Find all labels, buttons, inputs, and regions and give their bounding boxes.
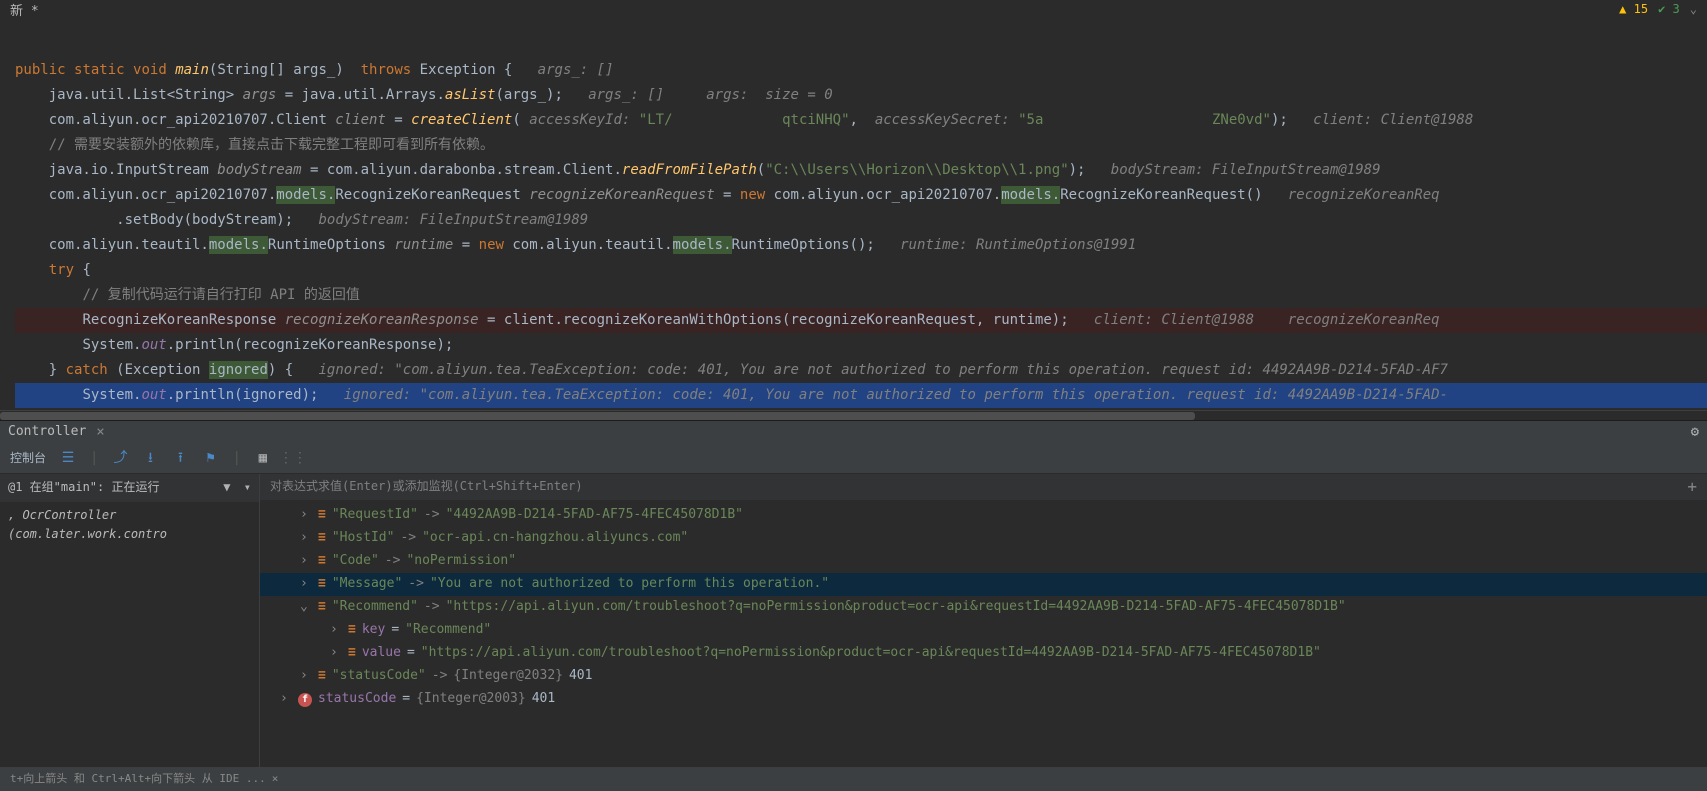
chevron-down-icon[interactable]: ⌄ xyxy=(300,597,312,618)
tree-row[interactable]: ›fstatusCode = {Integer@2003} 401 xyxy=(260,688,1707,711)
dropdown-icon[interactable]: ▾ xyxy=(244,480,251,494)
tree-row[interactable]: ›≡"HostId" -> "ocr-api.cn-hangzhou.aliyu… xyxy=(260,527,1707,550)
map-entry-icon: ≡ xyxy=(318,666,326,687)
tree-row[interactable]: ›≡value = "https://api.aliyun.com/troubl… xyxy=(260,642,1707,665)
chevron-right-icon[interactable]: › xyxy=(330,620,342,641)
file-tab[interactable]: 新 * xyxy=(0,0,1707,25)
status-bar: t+向上箭头 和 Ctrl+Alt+向下箭头 从 IDE ... × xyxy=(0,767,1707,791)
map-entry-icon: ≡ xyxy=(318,505,326,526)
chevron-right-icon[interactable]: › xyxy=(300,551,312,572)
chevron-right-icon[interactable]: › xyxy=(330,643,342,664)
chevron-right-icon[interactable]: › xyxy=(300,666,312,687)
stack-frame[interactable]: , OcrController (com.later.work.contro xyxy=(0,502,259,548)
close-icon[interactable]: × xyxy=(272,770,279,788)
gear-icon[interactable]: ⚙ xyxy=(1691,421,1699,443)
list-icon[interactable]: ☰ xyxy=(60,451,76,467)
frames-panel: @1 在组"main": 正在运行 ▼ ▾ , OcrController (c… xyxy=(0,474,260,777)
map-entry-icon: ≡ xyxy=(318,597,326,618)
upload-icon[interactable]: ⭱ xyxy=(172,451,188,467)
chevron-down-icon[interactable]: ⌄ xyxy=(1690,0,1697,19)
debug-tabs: Controller × ⚙ xyxy=(0,420,1707,444)
field-icon: f xyxy=(298,693,312,707)
download-icon[interactable]: ⭳ xyxy=(142,451,158,467)
chevron-right-icon[interactable]: › xyxy=(280,689,292,710)
add-icon[interactable]: + xyxy=(1687,474,1697,500)
filter-icon[interactable]: ▼ xyxy=(223,480,230,494)
tree-row[interactable]: ›≡"Message" -> "You are not authorized t… xyxy=(260,573,1707,596)
grid-icon[interactable]: ▦ xyxy=(255,451,271,467)
warning-icon[interactable]: ▲ 15 xyxy=(1619,0,1648,19)
tree-row[interactable]: ⌄≡"Recommend" -> "https://api.aliyun.com… xyxy=(260,596,1707,619)
variables-tree[interactable]: ›≡"RequestId" -> "4492AA9B-D214-5FAD-AF7… xyxy=(260,500,1707,715)
export-icon[interactable]: ⤴ xyxy=(112,451,128,467)
tree-row[interactable]: ›≡"statusCode" -> {Integer@2032} 401 xyxy=(260,665,1707,688)
tree-row[interactable]: ›≡"Code" -> "noPermission" xyxy=(260,550,1707,573)
frames-label: @1 在组"main": 正在运行 xyxy=(8,478,159,497)
inspection-badges: ▲ 15 ✔ 3 ⌄ xyxy=(1619,0,1697,20)
code-editor[interactable]: public static void main(String[] args_) … xyxy=(0,33,1707,410)
status-text: t+向上箭头 和 Ctrl+Alt+向下箭头 从 IDE ... xyxy=(10,770,266,788)
watch-input-row: 对表达式求值(Enter)或添加监视(Ctrl+Shift+Enter) + xyxy=(260,474,1707,500)
chevron-right-icon[interactable]: › xyxy=(300,505,312,526)
close-icon[interactable]: × xyxy=(96,421,104,443)
editor-area: ▲ 15 ✔ 3 ⌄ 新 * public static void main(S… xyxy=(0,0,1707,410)
console-label[interactable]: 控制台 xyxy=(10,449,46,468)
chevron-right-icon[interactable]: › xyxy=(300,528,312,549)
more-icon[interactable]: ⋮⋮ xyxy=(285,451,301,467)
chevron-right-icon[interactable]: › xyxy=(300,574,312,595)
tree-row[interactable]: ›≡key = "Recommend" xyxy=(260,619,1707,642)
map-entry-icon: ≡ xyxy=(318,551,326,572)
watch-input[interactable]: 对表达式求值(Enter)或添加监视(Ctrl+Shift+Enter) xyxy=(270,477,583,496)
map-entry-icon: ≡ xyxy=(348,620,356,641)
tree-row[interactable]: ›≡"RequestId" -> "4492AA9B-D214-5FAD-AF7… xyxy=(260,504,1707,527)
map-entry-icon: ≡ xyxy=(318,528,326,549)
tab-controller[interactable]: Controller xyxy=(8,422,86,443)
flag-icon[interactable]: ⚑ xyxy=(202,451,218,467)
ok-icon[interactable]: ✔ 3 xyxy=(1658,0,1680,19)
map-entry-icon: ≡ xyxy=(348,643,356,664)
debug-toolbar: 控制台 ☰ | ⤴ ⭳ ⭱ ⚑ | ▦ ⋮⋮ xyxy=(0,444,1707,474)
map-entry-icon: ≡ xyxy=(318,574,326,595)
horizontal-scrollbar[interactable] xyxy=(0,410,1707,420)
